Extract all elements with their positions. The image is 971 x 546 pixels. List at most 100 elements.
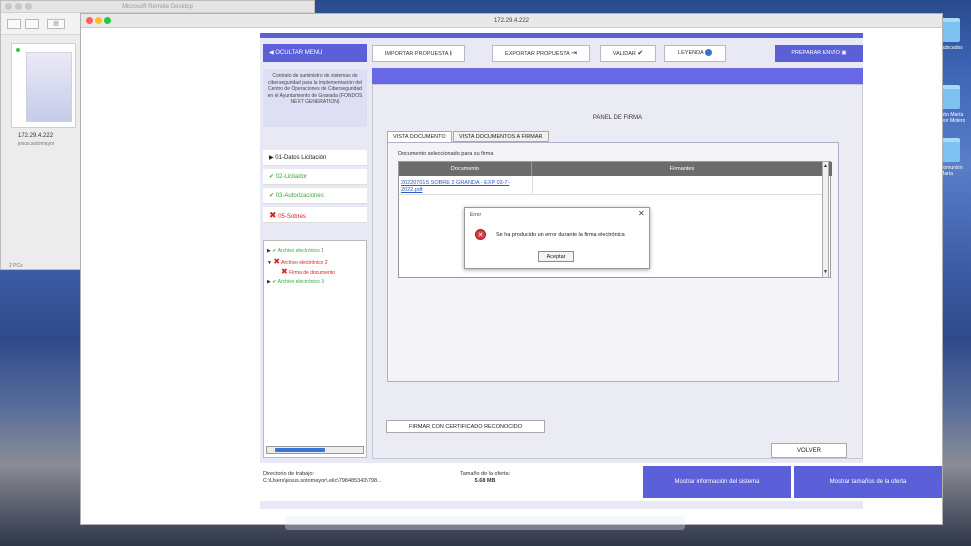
tree-item-archivo-2[interactable]: ▼ ✖ Archivo electrónico 2 [267,258,328,267]
offer-sizes-button[interactable]: Mostrar tamaños de la oferta [794,466,942,498]
export-icon: ⇥ [571,50,577,57]
settings-icon[interactable]: ⚙ [47,19,65,29]
check-icon: ✔ [269,193,275,199]
minimize-window-icon[interactable] [95,17,102,24]
import-proposal-button[interactable]: IMPORTAR PROPUESTA ⭳ [372,45,465,62]
dialog-title: Error [470,212,482,218]
error-dialog: Error ✕ ✕ Se ha producido un error duran… [464,207,650,269]
expand-arrow-icon[interactable]: ▶ [267,279,271,285]
close-icon[interactable]: ✕ [638,209,645,218]
list-view-icon[interactable] [25,19,39,29]
tree-item-label: Archivo electrónico 3 [277,279,324,285]
cross-icon: ✖ [273,257,281,266]
tree-item-archivo-1[interactable]: ▶ ✔ Archivo electrónico 1 [267,248,324,255]
document-tree: ▶ ✔ Archivo electrónico 1 ▼ ✖ Archivo el… [263,240,367,458]
tree-item-label: Archivo electrónico 1 [277,248,324,254]
expand-arrow-icon[interactable]: ▶ [267,248,271,254]
tab-vista-documentos-a-firmar[interactable]: VISTA DOCUMENTOS A FIRMAR [453,131,549,142]
cross-icon: ✖ [281,267,288,276]
menu-item-label: 02-Licitador [275,174,308,180]
import-label: IMPORTAR PROPUESTA [384,51,449,57]
pc-thumbnail[interactable] [11,43,76,128]
tree-item-archivo-3[interactable]: ▶ ✔ Archivo electrónico 3 [267,279,324,286]
error-message: Se ha producido un error durante la firm… [496,232,625,238]
column-header-documento[interactable]: Documento [399,162,532,176]
menu-item-autorizaciones[interactable]: ✔ 03-Autorizaciones [263,188,367,204]
sign-certificate-button[interactable]: FIRMAR CON CERTIFICADO RECONOCIDO [386,420,545,433]
close-window-icon[interactable] [86,17,93,24]
export-proposal-button[interactable]: EXPORTAR PROPUESTA ⇥ [492,45,590,62]
header-band [372,68,863,84]
pc-name: 172.29.4.222 [18,133,54,139]
window-controls[interactable] [86,17,113,26]
scroll-up-icon[interactable]: ▲ [823,163,828,169]
hide-menu-label: OCULTAR MENU [275,50,323,56]
selected-document-label: Documento seleccionado para su firma [398,151,494,157]
panel-title: PANEL DE FIRMA [592,115,643,121]
validate-button[interactable]: VALIDAR ✔ [600,45,656,62]
maximize-window-icon[interactable] [104,17,111,24]
error-icon: ✕ [475,229,486,240]
offer-size: Tamaño de la oferta: 5.68 MB [460,471,510,485]
menu-item-sobres[interactable]: ✖ 05-Sobres [263,207,367,223]
app-top-bar [260,33,863,38]
grid-view-icon[interactable] [7,19,21,29]
prepare-submission-button[interactable]: PREPARAR ENVÍO ▣ [775,45,863,62]
app-area: ◀ OCULTAR MENU Contrato de suministro de… [260,33,942,509]
hide-menu-button[interactable]: ◀ OCULTAR MENU [263,44,367,62]
pc-count: 2 PCs [9,263,23,269]
column-header-firmantes[interactable]: Firmantes [532,162,832,176]
menu-item-label: 05-Sobres [278,214,306,220]
offer-size-label: Tamaño de la oferta: [460,471,511,477]
arrow-right-icon: ▶ [269,155,274,161]
help-icon [704,49,712,57]
column-divider [532,176,533,195]
dock [285,516,685,530]
table-header: Documento Firmantes [399,162,832,176]
working-directory-value: C:\Users\jesus.sotomayor\.elic\798485343… [263,478,382,484]
legend-button[interactable]: LEYENDA [664,45,726,62]
tab-vista-documento[interactable]: VISTA DOCUMENTO [387,131,452,142]
window-title: 172.29.4.222 [81,14,942,28]
working-directory-label: Directorio de trabajo: [263,471,315,477]
document-box: Documento seleccionado para su firma Doc… [387,142,839,382]
tree-item-label: Firma de documento [289,270,335,276]
back-button[interactable]: VOLVER [771,443,847,458]
thumbnail-preview [26,52,72,122]
prepare-label: PREPARAR ENVÍO [791,50,840,56]
cross-icon: ✖ [269,210,277,220]
accept-button[interactable]: Aceptar [538,251,574,262]
validate-label: VALIDAR [612,51,636,57]
scrollbar-thumb[interactable] [275,448,325,452]
collapse-arrow-icon[interactable]: ▼ [267,260,272,266]
footer: Directorio de trabajo: C:\Users\jesus.so… [260,463,942,501]
table-vertical-scrollbar[interactable]: ▲ ▼ [822,161,829,278]
export-label: EXPORTAR PROPUESTA [505,51,570,57]
menu-item-datos-licitacion[interactable]: ▶ 01-Datos Licitación [263,150,367,166]
online-status-icon [16,48,20,52]
document-icon: ▣ [841,50,847,56]
signature-panel: PANEL DE FIRMA VISTA DOCUMENTO VISTA DOC… [372,84,863,459]
check-icon: ✔ [272,279,277,285]
menu-item-label: 03-Autorizaciones [275,193,324,199]
remote-desktop-title: Microsoft Remote Desktop [1,1,314,13]
menu-item-label: 01-Datos Licitación [275,155,327,161]
tree-item-firma-documento[interactable]: ✖ Firma de documento [281,268,335,277]
pc-user: jesus.sotomayor [18,141,55,147]
window-controls[interactable] [5,3,35,12]
system-info-button[interactable]: Mostrar información del sistema [643,466,791,498]
scroll-down-icon[interactable]: ▼ [823,269,828,275]
tree-horizontal-scrollbar[interactable] [266,446,364,454]
document-link[interactable]: 20220701S SOBRE 2 GRANDA - EXP 03-7-2022… [401,180,529,194]
checkmark-icon: ✔ [637,50,644,57]
menu-item-licitador[interactable]: ✔ 02-Licitador [263,169,367,185]
check-icon: ✔ [272,248,277,254]
offer-size-value: 5.68 MB [474,478,496,484]
download-icon: ⭳ [449,50,453,57]
legend-label: LEYENDA [678,50,704,56]
remote-session-window: 172.29.4.222 ◀ OCULTAR MENU Contrato de … [80,13,943,525]
working-directory: Directorio de trabajo: C:\Users\jesus.so… [263,471,382,485]
tree-item-label: Archivo electrónico 2 [281,260,328,266]
check-icon: ✔ [269,174,275,180]
contract-description: Contrato de suministro de sistemas de ci… [263,69,367,127]
